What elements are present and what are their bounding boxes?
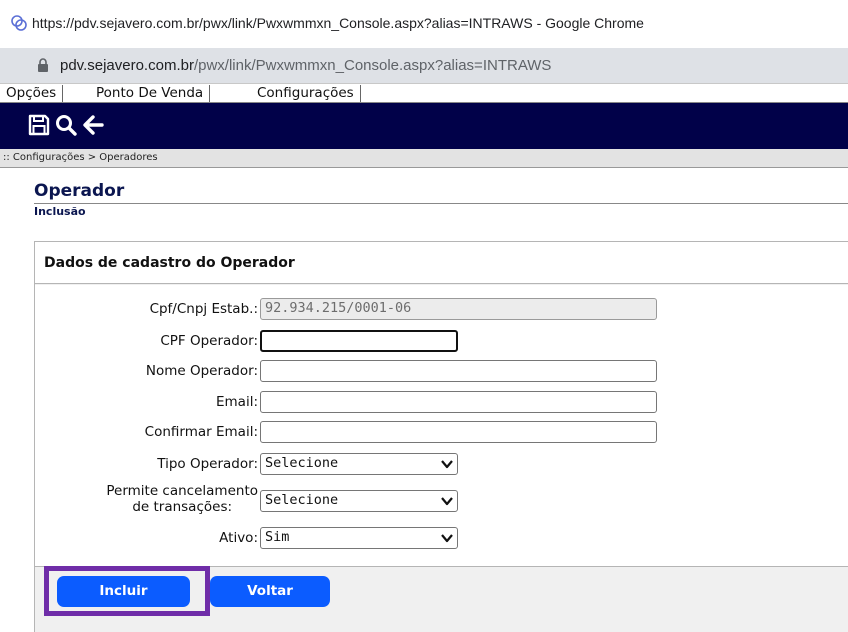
back-arrow-icon[interactable] (81, 113, 105, 137)
window-title: https://pdv.sejavero.com.br/pwx/link/Pwx… (32, 15, 644, 31)
cpf-cnpj-estab-field: 92.934.215/0001-06 (260, 298, 657, 320)
link-icon (11, 15, 27, 31)
url-text[interactable]: pdv.sejavero.com.br/pwx/link/Pwxwmmxn_Co… (60, 57, 551, 74)
cpf-operador-input[interactable] (260, 330, 458, 352)
tipo-operador-selected: Selecione (265, 455, 339, 471)
cpf-cnpj-estab-label: Cpf/Cnpj Estab.: (149, 301, 258, 317)
highlight-box (44, 566, 210, 616)
nome-operador-label: Nome Operador: (145, 363, 258, 379)
chevron-down-icon (441, 534, 453, 543)
save-icon[interactable] (27, 113, 51, 137)
url-path: /pwx/link/Pwxwmmxn_Console.aspx?alias=IN… (193, 57, 552, 74)
email-input[interactable] (260, 391, 657, 413)
panel-header: Dados de cadastro do Operador (35, 242, 848, 284)
menu-item-configuracoes[interactable]: Configurações (251, 85, 361, 102)
permite-cancelamento-select[interactable]: Selecione (260, 490, 458, 512)
email-label: Email: (215, 394, 258, 410)
permite-cancelamento-label: Permite cancelamento de transações: (106, 483, 258, 515)
breadcrumb-text: :: Configurações > Operadores (3, 152, 158, 163)
ativo-selected: Sim (265, 529, 290, 545)
tipo-operador-select[interactable]: Selecione (260, 453, 458, 475)
page-title: Operador (34, 181, 125, 201)
permite-cancelamento-label-line2: de transações: (132, 499, 233, 515)
permite-cancelamento-selected: Selecione (265, 492, 339, 508)
toolbar (0, 103, 848, 149)
url-host: pdv.sejavero.com.br (60, 57, 194, 74)
confirmar-email-input[interactable] (260, 421, 657, 443)
title-divider (34, 203, 848, 204)
cpf-operador-label: CPF Operador: (160, 333, 258, 349)
tipo-operador-label: Tipo Operador: (157, 456, 258, 472)
confirmar-email-label: Confirmar Email: (144, 424, 258, 440)
chevron-down-icon (441, 497, 453, 506)
lock-icon (38, 58, 48, 72)
address-bar[interactable]: pdv.sejavero.com.br/pwx/link/Pwxwmmxn_Co… (0, 48, 848, 84)
page-subtitle: Inclusão (34, 205, 86, 218)
ativo-label: Ativo: (219, 530, 258, 546)
chevron-down-icon (441, 460, 453, 469)
panel-title: Dados de cadastro do Operador (44, 255, 295, 271)
menu-item-ponto-de-venda[interactable]: Ponto De Venda (90, 85, 211, 102)
nome-operador-input[interactable] (260, 360, 657, 382)
breadcrumb: :: Configurações > Operadores (0, 149, 848, 168)
voltar-button[interactable]: Voltar (210, 576, 330, 607)
ativo-select[interactable]: Sim (260, 527, 458, 549)
app-menu-bar: Opções Ponto De Venda Configurações (0, 84, 848, 103)
browser-title-bar: https://pdv.sejavero.com.br/pwx/link/Pwx… (0, 0, 848, 48)
menu-item-opcoes[interactable]: Opções (0, 85, 64, 102)
permite-cancelamento-label-line1: Permite cancelamento (106, 483, 258, 499)
search-icon[interactable] (54, 113, 78, 137)
form-area: Cpf/Cnpj Estab.: 92.934.215/0001-06 CPF … (35, 285, 848, 567)
